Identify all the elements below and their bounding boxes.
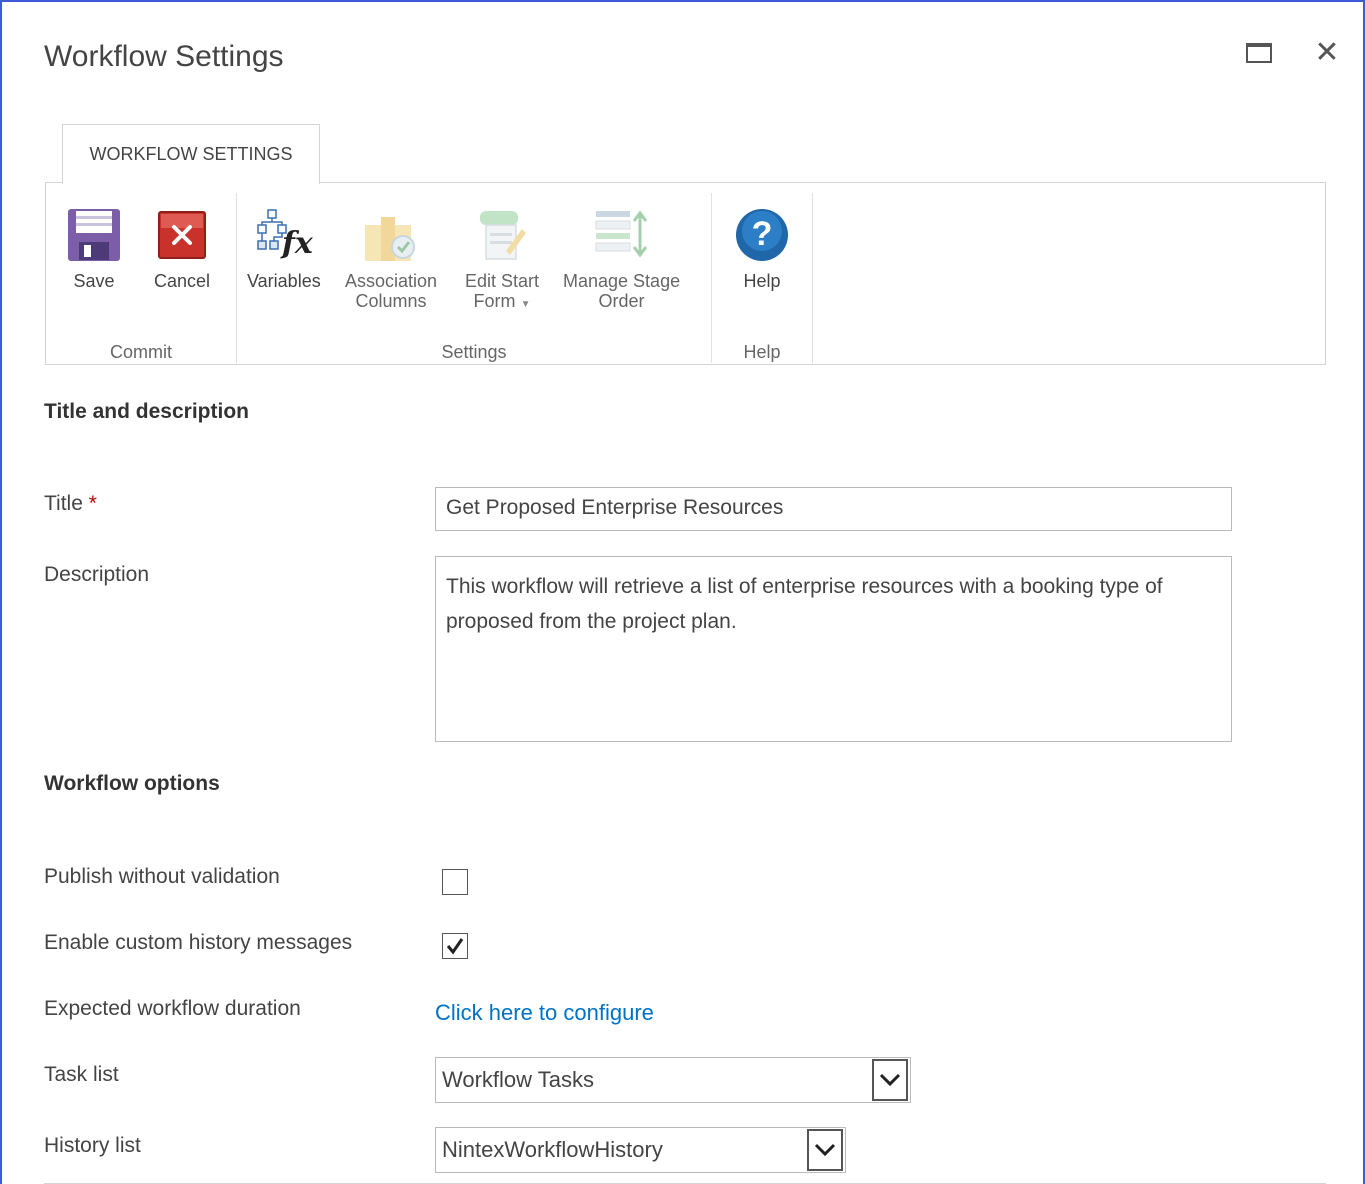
- ribbon-group-help: ? Help Help: [712, 193, 812, 363]
- history-list-value: NintexWorkflowHistory: [442, 1137, 663, 1162]
- manage-stage-order-icon: [592, 205, 652, 265]
- edit-start-form-button[interactable]: Edit Start Form ▼: [465, 205, 539, 315]
- cancel-label: Cancel: [153, 271, 211, 291]
- association-columns-label-line2: Columns: [355, 291, 427, 311]
- variables-button[interactable]: fx Variables: [247, 205, 321, 291]
- tab-workflow-settings-label: WORKFLOW SETTINGS: [89, 144, 293, 164]
- description-label: Description: [44, 563, 150, 586]
- dropdown-arrow-icon: ▼: [520, 299, 531, 310]
- edit-start-form-icon: [472, 205, 532, 265]
- edit-start-form-label-line2: Form: [473, 291, 516, 311]
- dialog-title: Workflow Settings: [44, 40, 284, 73]
- history-list-label: History list: [44, 1134, 141, 1157]
- history-list-select[interactable]: NintexWorkflowHistory: [435, 1127, 846, 1173]
- close-button[interactable]: ✕: [1312, 38, 1342, 68]
- ribbon-group-help-label: Help: [743, 342, 781, 362]
- title-label-text: Title: [44, 492, 83, 515]
- manage-stage-order-label-line1: Manage Stage: [563, 271, 681, 291]
- task-list-value: Workflow Tasks: [442, 1067, 595, 1092]
- edit-start-form-label: Edit Start Form ▼: [465, 271, 539, 315]
- ribbon-group-settings: fx Variables Association Columns Edit St…: [237, 193, 711, 363]
- configure-duration-link[interactable]: Click here to configure: [435, 1000, 654, 1026]
- svg-text:fx: fx: [280, 226, 314, 261]
- association-columns-label-line1: Association: [345, 271, 438, 291]
- maximize-icon: [1246, 43, 1272, 63]
- task-list-select[interactable]: Workflow Tasks: [435, 1057, 911, 1103]
- edit-start-form-label-line1: Edit Start: [465, 271, 540, 291]
- expected-duration-label: Expected workflow duration: [44, 997, 301, 1020]
- cancel-icon: [152, 205, 212, 265]
- required-marker: *: [88, 492, 97, 515]
- chevron-down-icon: [872, 1059, 908, 1101]
- help-button[interactable]: ? Help: [732, 205, 792, 291]
- description-textarea[interactable]: This workflow will retrieve a list of en…: [435, 556, 1232, 742]
- enable-custom-history-label: Enable custom history messages: [44, 931, 353, 954]
- publish-without-validation-checkbox[interactable]: [442, 869, 468, 895]
- svg-text:?: ?: [752, 215, 773, 253]
- manage-stage-order-button[interactable]: Manage Stage Order: [563, 205, 680, 311]
- save-icon: [64, 205, 124, 265]
- edit-start-form-label-line2-wrap: Form ▼: [465, 291, 539, 315]
- close-icon: ✕: [1314, 36, 1340, 69]
- association-columns-icon: [361, 205, 421, 265]
- title-label: Title *: [44, 492, 97, 516]
- workflow-options-heading: Workflow options: [44, 772, 220, 795]
- ribbon-group-commit: Save Cancel Commit: [46, 193, 236, 363]
- association-columns-button[interactable]: Association Columns: [345, 205, 437, 311]
- title-input[interactable]: Get Proposed Enterprise Resources: [435, 487, 1232, 531]
- ribbon-group-settings-label: Settings: [441, 342, 507, 362]
- ribbon-group-commit-label: Commit: [110, 342, 172, 362]
- cancel-button[interactable]: Cancel: [152, 205, 212, 291]
- maximize-button[interactable]: [1244, 38, 1274, 68]
- tab-workflow-settings[interactable]: WORKFLOW SETTINGS: [62, 124, 320, 184]
- save-label: Save: [73, 271, 115, 291]
- variables-icon: fx: [254, 205, 314, 265]
- manage-stage-order-label-line2: Order: [598, 291, 645, 311]
- enable-custom-history-checkbox[interactable]: [442, 933, 468, 959]
- help-label: Help: [743, 271, 781, 291]
- manage-stage-order-label: Manage Stage Order: [563, 271, 680, 311]
- association-columns-label: Association Columns: [345, 271, 437, 311]
- task-list-label: Task list: [44, 1063, 119, 1086]
- ribbon: Save Cancel Commit fx Variables Associat…: [45, 182, 1326, 365]
- ribbon-divider: [812, 193, 813, 363]
- chevron-down-icon: [807, 1129, 843, 1171]
- help-icon: ?: [732, 205, 792, 265]
- variables-label: Variables: [247, 271, 321, 291]
- checkmark-icon: [446, 938, 464, 955]
- workflow-settings-dialog: Workflow Settings ✕ WORKFLOW SETTINGS Sa…: [0, 0, 1365, 1184]
- publish-without-validation-label: Publish without validation: [44, 865, 280, 888]
- title-description-heading: Title and description: [44, 400, 249, 423]
- save-button[interactable]: Save: [64, 205, 124, 291]
- tab-connector: [63, 180, 319, 184]
